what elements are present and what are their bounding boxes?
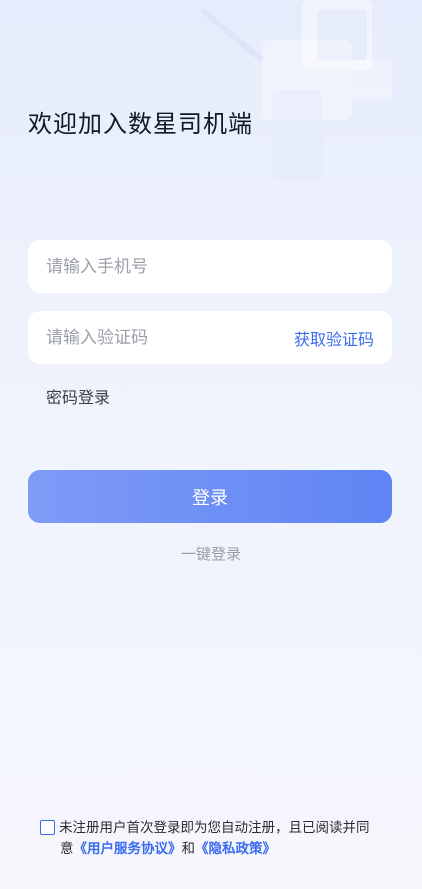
phone-input[interactable]: [46, 256, 246, 277]
agreement-line-1: 未注册用户首次登录即为您自动注册，且已阅读并同: [40, 818, 390, 839]
agreement-text: 未注册用户首次登录即为您自动注册，且已阅读并同: [59, 820, 370, 836]
agreement-checkbox[interactable]: [40, 820, 55, 835]
login-button[interactable]: 登录: [28, 470, 392, 523]
agreement-conjunction: 和: [181, 841, 196, 857]
password-login-link[interactable]: 密码登录: [46, 384, 110, 408]
get-code-button[interactable]: 获取验证码: [294, 326, 374, 350]
verification-code-input[interactable]: [46, 327, 246, 348]
phone-field-container[interactable]: [28, 240, 392, 293]
agreement-text-prefix: 意: [60, 841, 74, 857]
page-title: 欢迎加入数星司机端: [28, 110, 253, 138]
privacy-policy-link[interactable]: 《隐私政策》: [195, 841, 276, 857]
background-decoration: [202, 0, 392, 180]
one-click-login-link[interactable]: 一键登录: [0, 543, 422, 564]
code-field-container[interactable]: 获取验证码: [28, 311, 392, 364]
user-agreement-link[interactable]: 《用户服务协议》: [74, 841, 182, 857]
agreement-line-2: 意《用户服务协议》和《隐私政策》: [40, 839, 390, 860]
login-screen: 欢迎加入数星司机端 获取验证码 密码登录 登录 一键登录 未注册用户首次登录即为…: [0, 0, 422, 889]
agreement-section: 未注册用户首次登录即为您自动注册，且已阅读并同 意《用户服务协议》和《隐私政策》: [40, 818, 390, 860]
